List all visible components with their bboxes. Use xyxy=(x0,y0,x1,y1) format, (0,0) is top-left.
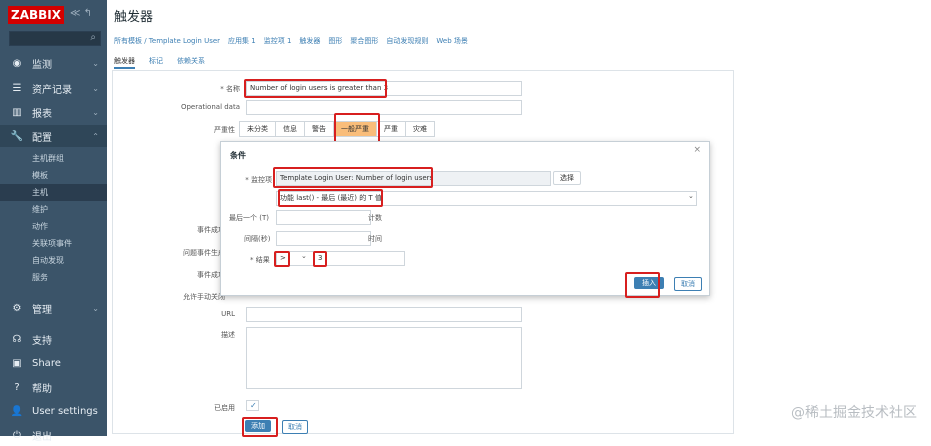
chart-icon: ▥ xyxy=(12,106,22,118)
form-tabs: 触发器 标记 依赖关系 xyxy=(114,56,205,69)
submenu-services[interactable]: 服务 xyxy=(0,269,107,286)
logout-icon: ⏻ xyxy=(13,429,21,441)
submenu-host-groups[interactable]: 主机群组 xyxy=(0,150,107,167)
dialog-title: 条件 xyxy=(230,151,246,160)
highlight-name xyxy=(244,79,387,98)
menu-administration[interactable]: ⚙ 管理 ⌄ xyxy=(0,297,107,319)
search-icon[interactable]: ⌕ xyxy=(90,32,96,43)
chevron-down-icon: ⌄ xyxy=(92,303,99,313)
highlight-severity xyxy=(334,113,380,143)
interval-label: 间隔(秒) xyxy=(244,235,271,243)
chevron-down-icon: ⌄ xyxy=(92,58,99,68)
interval-input[interactable] xyxy=(276,231,371,246)
chevron-down-icon: ⌄ xyxy=(92,83,99,93)
interval-unit: 时间 xyxy=(368,235,382,243)
last-of-unit: 计数 xyxy=(368,214,382,222)
highlight-operator xyxy=(274,251,290,267)
list-icon: ☰ xyxy=(12,82,22,94)
page-title: 触发器 xyxy=(114,10,154,25)
chevron-down-icon: ⌄ xyxy=(688,192,694,200)
submenu-discovery[interactable]: 自动发现 xyxy=(0,252,107,269)
submenu-maintenance[interactable]: 维护 xyxy=(0,201,107,218)
breadcrumb-discovery[interactable]: 自动发现规则 xyxy=(386,36,428,46)
problem-gen-label: 问题事件生成 xyxy=(183,249,225,257)
submenu-hosts[interactable]: 主机 xyxy=(0,184,107,201)
menu-user-settings[interactable]: 👤 User settings xyxy=(0,400,107,422)
menu-share[interactable]: ▣ Share xyxy=(0,352,107,374)
chevron-down-icon: ⌄ xyxy=(92,107,99,117)
manual-close-label: 允许手动关闭 xyxy=(183,293,225,301)
menu-support[interactable]: ☊ 支持 xyxy=(0,328,107,350)
watermark: @稀土掘金技术社区 xyxy=(791,405,917,421)
wrench-icon: 🔧 xyxy=(10,130,24,142)
close-icon[interactable]: × xyxy=(693,145,701,155)
zabbix-logo[interactable]: ZABBIX xyxy=(8,6,64,24)
name-label: * 名称 xyxy=(220,85,240,93)
breadcrumb-graphs[interactable]: 图形 xyxy=(328,36,342,46)
severity-not-classified[interactable]: 未分类 xyxy=(239,121,276,137)
breadcrumb-web[interactable]: Web 场景 xyxy=(436,36,468,46)
chevron-up-icon: ⌃ xyxy=(92,131,99,141)
dialog-cancel-button[interactable]: 取消 xyxy=(674,277,702,291)
configuration-submenu: 主机群组 模板 主机 维护 动作 关联项事件 自动发现 服务 xyxy=(0,150,107,286)
enabled-label: 已启用 xyxy=(214,404,235,412)
description-label: 描述 xyxy=(221,331,235,339)
submenu-event-correlation[interactable]: 关联项事件 xyxy=(0,235,107,252)
eye-icon: ◉ xyxy=(12,57,22,69)
support-icon: ☊ xyxy=(12,333,22,345)
url-input[interactable] xyxy=(246,307,522,322)
sidebar: ZABBIX ≪ ↰ ⌕ ◉ 监测 ⌄ ☰ 资产记录 ⌄ ▥ 报表 ⌄ 🔧 配置 ⌃ 主机群组 … xyxy=(0,0,107,443)
menu-help[interactable]: ? 帮助 xyxy=(0,376,107,398)
severity-disaster[interactable]: 灾难 xyxy=(405,121,435,137)
last-of-label: 最后一个 (T) xyxy=(229,214,269,222)
last-of-input[interactable] xyxy=(276,210,371,225)
enabled-checkbox[interactable]: ✓ xyxy=(246,400,259,411)
breadcrumb: 所有模板 / Template Login User 应用集 1 监控项 1 触… xyxy=(114,36,468,46)
highlight-value xyxy=(313,251,327,267)
tab-tags[interactable]: 标记 xyxy=(149,56,163,69)
result-label: * 结果 xyxy=(250,256,270,264)
chevron-down-icon: ⌄ xyxy=(301,252,307,260)
event-ok-close-label: 事件成功 xyxy=(197,271,225,279)
share-icon: ▣ xyxy=(12,357,22,369)
user-icon: 👤 xyxy=(10,405,24,417)
highlight-insert xyxy=(625,272,660,298)
menu-inventory[interactable]: ☰ 资产记录 ⌄ xyxy=(0,77,107,99)
highlight-add xyxy=(242,417,278,437)
breadcrumb-screens[interactable]: 聚合图形 xyxy=(350,36,378,46)
tab-dependencies[interactable]: 依赖关系 xyxy=(177,56,205,69)
opdata-label: Operational data xyxy=(180,103,240,111)
severity-high[interactable]: 严重 xyxy=(376,121,406,137)
breadcrumb-items[interactable]: 监控项 1 xyxy=(264,36,292,46)
breadcrumb-templates[interactable]: 所有模板 / Template Login User xyxy=(114,36,220,46)
sidebar-collapse-icon[interactable]: ≪ ↰ xyxy=(70,8,92,19)
menu-logout[interactable]: ⏻ 退出 xyxy=(0,424,107,446)
submenu-templates[interactable]: 模板 xyxy=(0,167,107,184)
select-button[interactable]: 选择 xyxy=(553,171,581,185)
opdata-input[interactable] xyxy=(246,100,522,115)
gear-icon: ⚙ xyxy=(12,302,22,314)
url-label: URL xyxy=(221,310,235,318)
cancel-button[interactable]: 取消 xyxy=(282,420,308,434)
item-label: * 监控项 xyxy=(245,176,272,184)
result-value-input[interactable]: 3 xyxy=(314,251,405,266)
description-textarea[interactable] xyxy=(246,327,522,389)
highlight-item xyxy=(273,167,433,188)
menu-configuration[interactable]: 🔧 配置 ⌃ xyxy=(0,125,107,147)
highlight-function xyxy=(278,189,383,207)
breadcrumb-applications[interactable]: 应用集 1 xyxy=(228,36,256,46)
tab-trigger[interactable]: 触发器 xyxy=(114,56,135,69)
severity-warning[interactable]: 警告 xyxy=(304,121,334,137)
help-icon: ? xyxy=(14,381,20,393)
event-ok-label: 事件成功 xyxy=(197,226,225,234)
severity-information[interactable]: 信息 xyxy=(275,121,305,137)
severity-label: 严重性 xyxy=(214,126,235,134)
breadcrumb-triggers[interactable]: 触发器 xyxy=(299,36,320,46)
menu-monitoring[interactable]: ◉ 监测 ⌄ xyxy=(0,52,107,74)
submenu-actions[interactable]: 动作 xyxy=(0,218,107,235)
sidebar-search-input[interactable]: ⌕ xyxy=(9,31,101,46)
menu-reports[interactable]: ▥ 报表 ⌄ xyxy=(0,101,107,123)
